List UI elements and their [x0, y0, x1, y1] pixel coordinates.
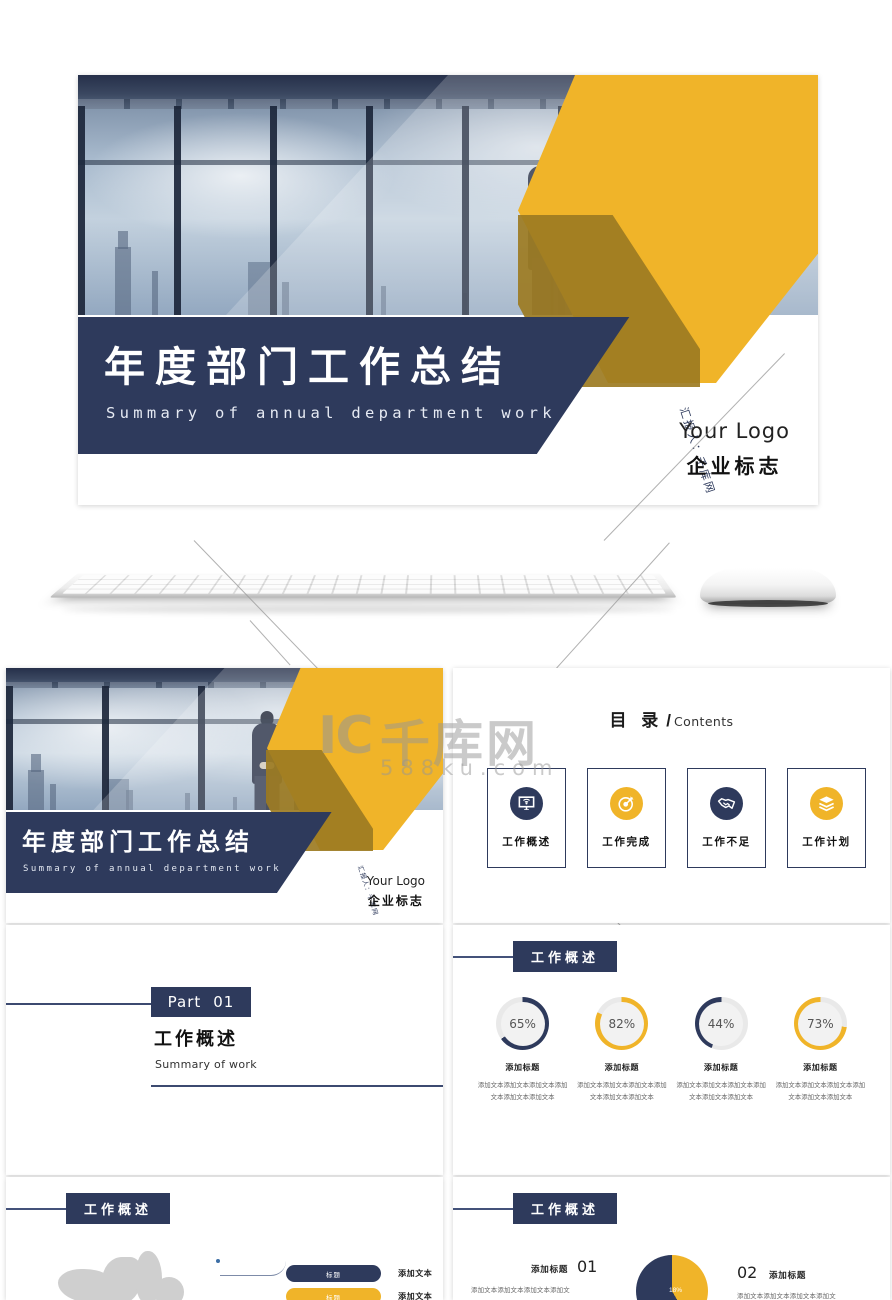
kpi-value-3: 44%: [699, 1001, 744, 1046]
hero-title-en: Summary of annual department work: [106, 404, 556, 422]
contents-heading-slash: /: [666, 711, 672, 730]
pie-slice-label: 18%: [669, 1287, 683, 1294]
kpi-heading-chip: 工作概述: [513, 941, 617, 972]
kpi-item-3: 44% 添加标题 添加文本添加文本添加文本添加文本添加文本添加文本: [672, 997, 771, 1104]
part-word: Part: [167, 993, 202, 1011]
map-heading-chip: 工作概述: [66, 1193, 170, 1224]
section-rule-bottom: [151, 1085, 443, 1087]
section-title-cn: 工作概述: [154, 1029, 238, 1049]
part-number: 01: [213, 993, 235, 1011]
contents-card-3-label: 工作不足: [702, 836, 751, 848]
world-map-illustration: [58, 1251, 218, 1300]
pie-right-number: 02: [737, 1263, 758, 1282]
thumb-logo-cn: 企业标志: [367, 894, 424, 908]
map-text-2: 添加文本: [398, 1292, 433, 1300]
title-slide: 年度部门工作总结 Summary of annual department wo…: [78, 75, 818, 505]
contents-card-4[interactable]: 工作计划: [787, 768, 866, 868]
slide-map[interactable]: 工作概述 标题 添加文本 标题 添加文本: [6, 1177, 443, 1300]
kpi-desc-1: 添加文本添加文本添加文本添加文本添加文本添加文本: [477, 1082, 568, 1101]
kpi-item-2: 82% 添加标题 添加文本添加文本添加文本添加文本添加文本添加文本: [572, 997, 671, 1104]
kpi-title-4: 添加标题: [803, 1063, 838, 1072]
kpi-title-3: 添加标题: [703, 1063, 739, 1072]
thumb-logo-en: Your Logo: [366, 874, 425, 888]
desk-hardware-mockup: [0, 540, 892, 650]
thumb-title-cn: 年度部门工作总结: [22, 828, 254, 856]
thumb-title-en: Summary of annual department work: [23, 864, 282, 874]
map-heading-rule: [6, 1208, 66, 1210]
logo-placeholder-en: Your Logo: [679, 419, 790, 443]
map-pill-2: 标题: [286, 1288, 381, 1300]
handshake-icon: [710, 787, 743, 820]
mouse-illustration: [700, 568, 836, 607]
slide-title-thumbnail[interactable]: 年度部门工作总结 Summary of annual department wo…: [6, 668, 443, 923]
kpi-item-4: 73% 添加标题 添加文本添加文本添加文本添加文本添加文本添加文本: [771, 997, 870, 1104]
kpi-value-2: 82%: [599, 1001, 644, 1046]
contents-card-1-label: 工作概述: [502, 836, 551, 848]
keyboard-shadow: [62, 606, 674, 613]
pie-left-desc: 添加文本添加文本添加文本添加文: [471, 1287, 570, 1294]
kpi-value-4: 73%: [798, 1001, 843, 1046]
contents-heading-en: Contents: [674, 714, 734, 729]
kpi-item-1: 65% 添加标题 添加文本添加文本添加文本添加文本添加文本添加文本: [473, 997, 572, 1104]
hero-title-cn: 年度部门工作总结: [104, 343, 512, 391]
pie-heading-rule: [453, 1208, 513, 1210]
target-icon: [610, 787, 643, 820]
logo-placeholder-cn: 企业标志: [686, 456, 783, 478]
slide-pie-chart[interactable]: 工作概述 添加标题 01 添加文本添加文本添加文本添加文 18% 02 添加标题…: [453, 1177, 890, 1300]
preview-canvas: 年度部门工作总结 Summary of annual department wo…: [0, 0, 892, 1300]
contents-card-2[interactable]: 工作完成: [587, 768, 666, 868]
kpi-donut-1: 65%: [496, 997, 550, 1050]
pie-left-number: 01: [577, 1257, 598, 1276]
slide-kpi-donuts[interactable]: 工作概述 65% 添加标题 添加文本添加文本添加文本添加文本添加文本添加文本 8…: [453, 925, 890, 1175]
slide-section-divider[interactable]: Part 01 工作概述 Summary of work: [6, 925, 443, 1175]
kpi-heading-rule: [453, 956, 513, 958]
hero-logo-block: Your Logo 企业标志: [679, 419, 790, 479]
kpi-title-1: 添加标题: [505, 1063, 540, 1072]
kpi-desc-3: 添加文本添加文本添加文本添加文本添加文本添加文本: [676, 1082, 766, 1101]
kpi-title-2: 添加标题: [604, 1063, 640, 1072]
pie-heading-chip: 工作概述: [513, 1193, 617, 1224]
keyboard-illustration: [49, 573, 677, 598]
map-pill-1: 标题: [286, 1265, 381, 1282]
contents-heading-cn: 目 录: [609, 711, 664, 730]
contents-card-4-label: 工作计划: [802, 836, 851, 848]
contents-card-list: 工作概述 工作完成 工作不足 工作计划: [487, 768, 866, 868]
contents-heading: 目 录 / Contents: [453, 706, 890, 731]
kpi-value-1: 65%: [500, 1001, 545, 1046]
kpi-donut-4: 73%: [793, 997, 847, 1050]
kpi-list: 65% 添加标题 添加文本添加文本添加文本添加文本添加文本添加文本 82% 添加…: [473, 997, 870, 1104]
contents-card-1[interactable]: 工作概述: [487, 768, 566, 868]
pie-right-title: 添加标题: [769, 1270, 807, 1280]
section-rule-left: [6, 1003, 151, 1005]
kpi-donut-3: 44%: [694, 997, 748, 1050]
thumb-logo-block: Your Logo 企业标志: [367, 874, 425, 909]
kpi-desc-4: 添加文本添加文本添加文本添加文本添加文本添加文本: [775, 1082, 866, 1101]
part-chip: Part 01: [151, 987, 251, 1017]
kpi-desc-2: 添加文本添加文本添加文本添加文本添加文本添加文本: [577, 1082, 667, 1101]
layers-icon: [810, 787, 843, 820]
monitor-icon: [510, 787, 543, 820]
kpi-donut-2: 82%: [595, 997, 649, 1050]
section-title-en: Summary of work: [155, 1058, 257, 1071]
map-text-1: 添加文本: [398, 1269, 433, 1278]
pie-right-desc: 添加文本添加文本添加文本添加文: [737, 1293, 836, 1300]
slide-contents[interactable]: 目 录 / Contents 工作概述 工作完成 工作不足 工作计划: [453, 668, 890, 923]
map-connector-line: [220, 1261, 286, 1276]
contents-card-2-label: 工作完成: [602, 836, 651, 848]
contents-card-3[interactable]: 工作不足: [687, 768, 766, 868]
pie-left-title: 添加标题: [531, 1264, 569, 1274]
